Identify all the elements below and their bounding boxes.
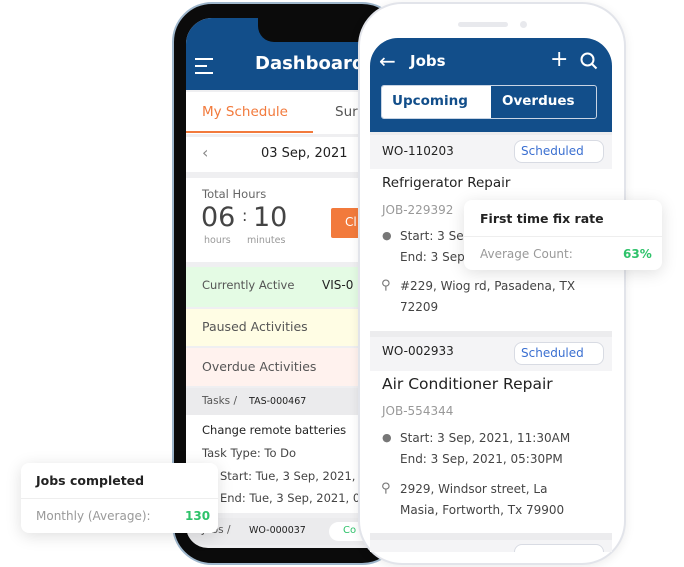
job-id: JOB-554344 <box>382 404 454 418</box>
job-address: #229, Wiog rd, Pasadena, TX <box>400 279 576 293</box>
minutes-value: 10 <box>253 202 288 233</box>
jobs-header: ← Jobs + Upcoming Overdues <box>370 38 612 132</box>
row-value: VIS-0 <box>322 278 354 292</box>
job-id: JOB-229392 <box>382 203 454 217</box>
status-badge <box>514 544 604 552</box>
job-end: End: 3 Sep <box>400 250 465 264</box>
hours-value: 06 <box>201 202 236 233</box>
job-start: Start: 3 Sep, 2021, 11:30AM <box>400 431 571 445</box>
task-end: End: Tue, 3 Sep, 2021, 05 <box>220 491 368 505</box>
job-address-line2: Masia, Fortworth, Tx 79900 <box>400 503 565 517</box>
task-type: Task Type: To Do <box>202 446 297 460</box>
paused-activities-row[interactable]: Paused Activities <box>186 309 386 346</box>
divider <box>21 498 218 499</box>
tab-summary[interactable]: Sur <box>335 104 358 120</box>
divider <box>464 236 662 237</box>
popup-title: First time fix rate <box>480 211 604 226</box>
date-row: ‹ 03 Sep, 2021 <box>186 137 386 172</box>
task-start: Start: Tue, 3 Sep, 2021, 1 <box>220 469 367 483</box>
search-icon[interactable] <box>580 52 598 70</box>
task-header: Tasks / TAS-000467 <box>186 388 386 415</box>
popup-value: 130 <box>185 509 211 523</box>
page-title: Dashboard <box>255 53 365 74</box>
total-hours-label: Total Hours <box>202 187 267 201</box>
add-icon[interactable]: + <box>550 47 568 72</box>
page-title: Jobs <box>410 52 446 70</box>
job-card-header <box>370 540 612 552</box>
job-card[interactable]: Air Conditioner Repair JOB-554344 ● Star… <box>370 371 612 533</box>
status-badge: Scheduled <box>514 342 604 365</box>
job-card-header: WO-002933 Scheduled <box>370 337 612 371</box>
clock-icon: ● <box>382 229 392 242</box>
job-address-line2: 72209 <box>400 300 439 314</box>
currently-active-row[interactable]: Currently Active VIS-0 <box>186 267 386 307</box>
task-title: Change remote batteries <box>202 423 347 437</box>
popup-label: Monthly (Average): <box>36 509 151 523</box>
date-label: 03 Sep, 2021 <box>261 146 348 161</box>
location-pin-icon: ⚲ <box>381 481 391 496</box>
tab-upcoming[interactable]: Upcoming <box>382 86 491 118</box>
speaker <box>458 22 508 27</box>
clock-icon: ● <box>382 431 392 444</box>
job-card-header: WO-110203 Scheduled <box>370 135 612 169</box>
tab-bar: My Schedule Sur <box>186 92 386 134</box>
popup-value: 63% <box>623 247 652 261</box>
active-tab-indicator <box>186 131 313 133</box>
overdue-activities-row[interactable]: Overdue Activities <box>186 348 386 386</box>
dashboard-header: Dashboard <box>186 18 386 90</box>
jobs-completed-popup: Jobs completed Monthly (Average): 130 <box>21 463 218 533</box>
job-title: Refrigerator Repair <box>382 175 511 191</box>
job-start: Start: 3 Se <box>400 229 464 243</box>
camera <box>520 21 527 28</box>
row-label: Currently Active <box>202 278 295 292</box>
row-label: Overdue Activities <box>202 359 317 374</box>
time-separator: : <box>242 206 248 225</box>
job-id[interactable]: WO-000037 <box>249 525 306 536</box>
chevron-left-icon[interactable]: ‹ <box>202 143 208 162</box>
minutes-unit: minutes <box>247 235 286 246</box>
tab-my-schedule[interactable]: My Schedule <box>202 104 288 120</box>
task-id[interactable]: TAS-000467 <box>249 396 306 407</box>
location-pin-icon: ⚲ <box>381 278 391 293</box>
job-title: Air Conditioner Repair <box>382 375 553 393</box>
status-badge: Scheduled <box>514 140 604 163</box>
total-hours-card: Total Hours 06 : 10 hours minutes Cl <box>186 178 386 262</box>
work-order-id[interactable]: WO-110203 <box>382 144 454 158</box>
hours-unit: hours <box>204 235 231 246</box>
job-end: End: 3 Sep, 2021, 05:30PM <box>400 452 563 466</box>
hamburger-icon[interactable] <box>195 58 213 74</box>
segmented-control: Upcoming Overdues <box>381 85 597 119</box>
work-order-id[interactable]: WO-002933 <box>382 344 454 358</box>
job-address: 2929, Windsor street, La <box>400 482 548 496</box>
first-time-fix-rate-popup: First time fix rate Average Count: 63% <box>464 200 662 270</box>
tab-overdues[interactable]: Overdues <box>491 86 596 118</box>
back-arrow-icon[interactable]: ← <box>379 49 396 73</box>
task-breadcrumb: Tasks / <box>202 395 238 407</box>
jobs-screen: ← Jobs + Upcoming Overdues WO-110203 Sch… <box>370 38 612 552</box>
popup-title: Jobs completed <box>36 473 145 488</box>
popup-label: Average Count: <box>480 247 573 261</box>
row-label: Paused Activities <box>202 319 308 334</box>
